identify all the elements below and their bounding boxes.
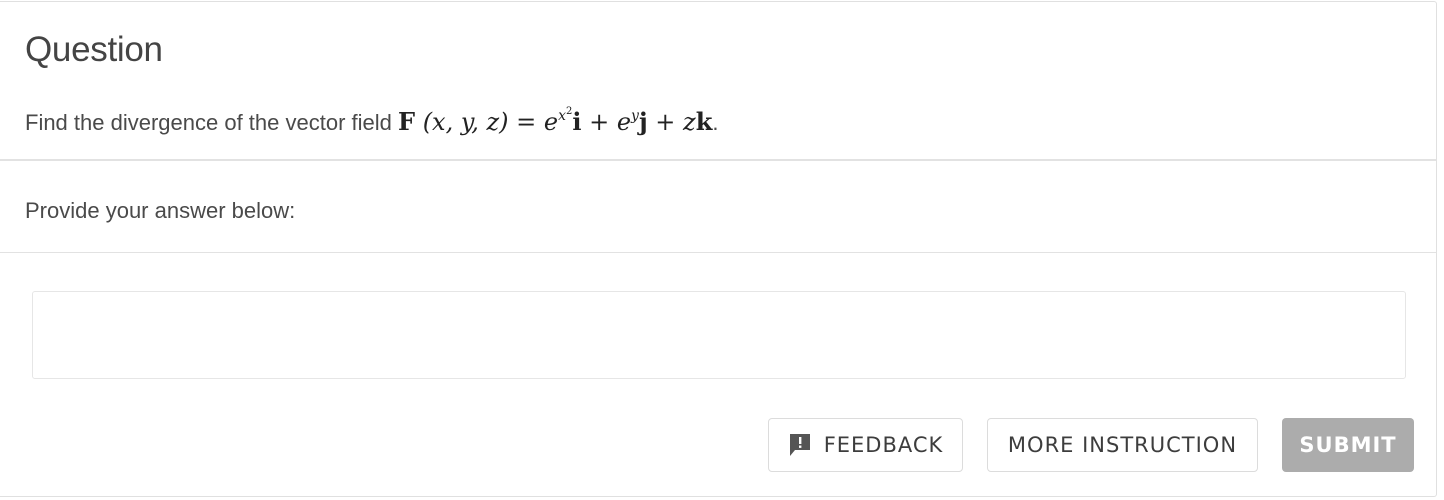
math-plus2: + bbox=[647, 108, 684, 136]
feedback-button[interactable]: FEEDBACK bbox=[768, 418, 963, 472]
math-exp1-base: x bbox=[558, 108, 566, 124]
submit-label: SUBMIT bbox=[1299, 433, 1397, 457]
feedback-exclamation-icon bbox=[789, 434, 810, 456]
more-instruction-button[interactable]: MORE INSTRUCTION bbox=[987, 418, 1258, 472]
math-equals: = bbox=[508, 108, 544, 136]
math-j: j bbox=[638, 107, 648, 136]
math-plus1: + bbox=[581, 108, 617, 136]
more-instruction-label: MORE INSTRUCTION bbox=[1007, 433, 1238, 457]
math-expression: F (x, y, z) = ex2i + eyj + zk bbox=[398, 106, 713, 136]
math-e1: e bbox=[543, 108, 559, 136]
math-args: (x, y, z) bbox=[422, 108, 509, 136]
question-text: Find the divergence of the vector field … bbox=[25, 106, 718, 136]
submit-button[interactable]: SUBMIT bbox=[1282, 418, 1414, 472]
math-e2: e bbox=[616, 108, 632, 136]
question-section: Question Find the divergence of the vect… bbox=[0, 2, 1436, 161]
math-k: k bbox=[695, 107, 713, 136]
answer-input[interactable] bbox=[32, 291, 1406, 379]
question-title: Question bbox=[25, 30, 163, 69]
math-exp2: y bbox=[631, 108, 639, 124]
math-z: z bbox=[683, 108, 696, 136]
feedback-label: FEEDBACK bbox=[823, 433, 944, 457]
answer-prompt-section: Provide your answer below: bbox=[0, 161, 1436, 253]
answer-prompt: Provide your answer below: bbox=[25, 198, 296, 223]
question-text-prefix: Find the divergence of the vector field bbox=[25, 110, 398, 135]
question-text-suffix: . bbox=[712, 110, 719, 135]
math-F: F bbox=[398, 107, 416, 136]
